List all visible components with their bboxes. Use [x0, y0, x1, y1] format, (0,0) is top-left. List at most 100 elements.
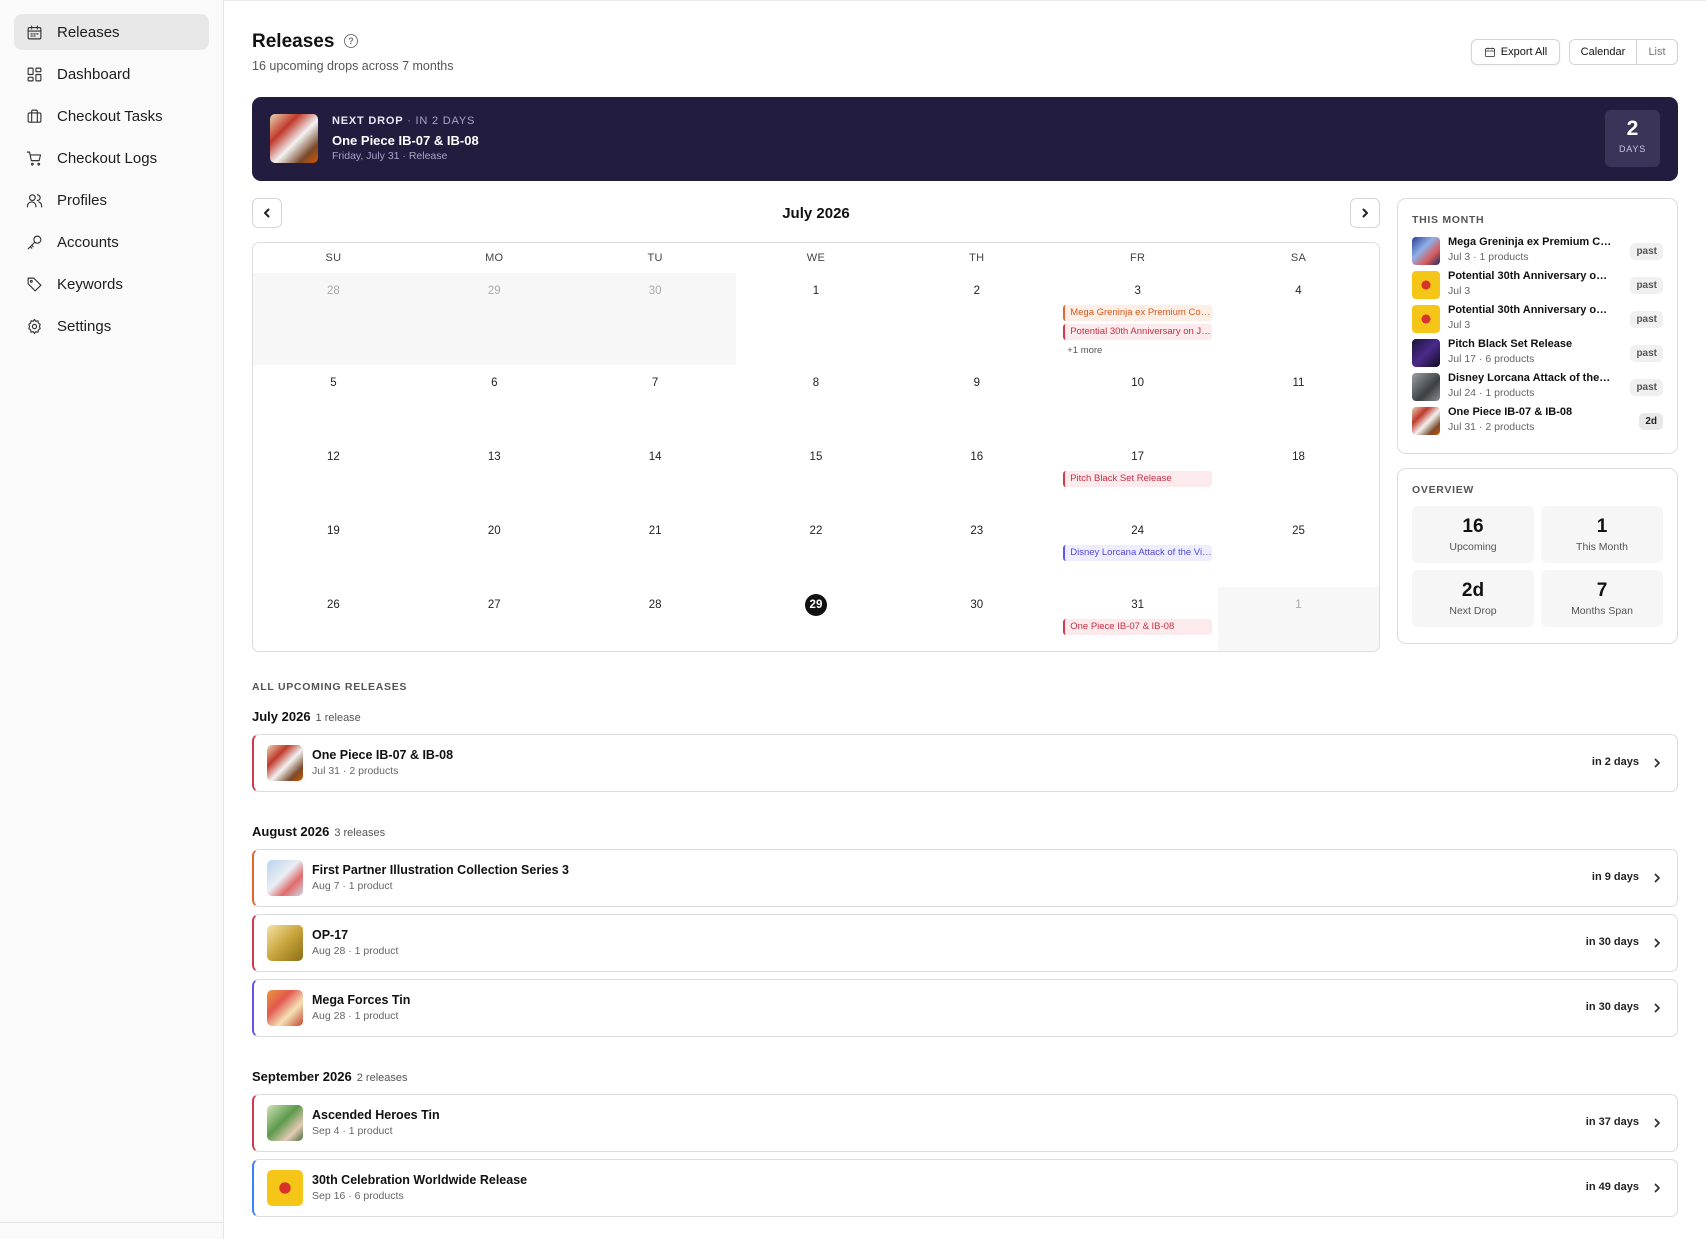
calendar-day-cell[interactable]: 28: [253, 273, 414, 365]
calendar-day-cell[interactable]: 9: [896, 365, 1057, 439]
release-meta: Aug 7 · 1 product: [312, 880, 393, 892]
calendar-day-cell[interactable]: 21: [575, 513, 736, 587]
calendar-event[interactable]: Potential 30th Anniversary on Jul 3: [1063, 324, 1213, 340]
sidebar-item-checkout-logs[interactable]: Checkout Logs: [14, 140, 209, 176]
day-number: 29: [487, 285, 501, 297]
this-month-item[interactable]: One Piece IB-07 & IB-08 Jul 31 · 2 produc…: [1412, 404, 1677, 438]
day-number: 15: [809, 451, 823, 463]
day-number: 6: [491, 377, 498, 389]
calendar-day-cell[interactable]: 8: [736, 365, 897, 439]
calendar-day-cell[interactable]: 29: [736, 587, 897, 651]
next-month-button[interactable]: [1350, 198, 1380, 228]
calendar-day-cell[interactable]: 20: [414, 513, 575, 587]
sidebar-item-releases[interactable]: Releases: [14, 14, 209, 50]
calendar-day-cell[interactable]: 11: [1218, 365, 1379, 439]
release-countdown: in 2 days: [1591, 756, 1639, 768]
calendar-event[interactable]: Pitch Black Set Release: [1063, 471, 1213, 487]
calendar-day-cell[interactable]: 6: [414, 365, 575, 439]
release-card[interactable]: First Partner Illustration Collection Se…: [252, 849, 1678, 907]
view-calendar-button[interactable]: Calendar: [1570, 40, 1637, 64]
export-all-button[interactable]: Export All: [1471, 39, 1560, 65]
weekday-label: MO: [485, 252, 504, 264]
calendar-day-cell[interactable]: 13: [414, 439, 575, 513]
calendar-month-label: July 2026: [782, 205, 850, 222]
this-month-item[interactable]: Disney Lorcana Attack of the Vine Jul 24 …: [1412, 370, 1677, 404]
month-group-title: July 2026 1 release: [252, 709, 361, 724]
calendar-day-cell[interactable]: 16: [896, 439, 1057, 513]
release-card[interactable]: Ascended Heroes Tin Sep 4 · 1 product in 3…: [252, 1094, 1678, 1152]
release-card[interactable]: 30th Celebration Worldwide Release Sep 16…: [252, 1159, 1678, 1217]
export-all-label: Export All: [1500, 46, 1548, 58]
day-number: 27: [487, 599, 501, 611]
calendar-day-cell[interactable]: 15: [736, 439, 897, 513]
calendar-day-cell[interactable]: 26: [253, 587, 414, 651]
calendar-day-cell[interactable]: 7: [575, 365, 736, 439]
month-group-count: 1 release: [315, 712, 361, 724]
this-month-item[interactable]: Mega Greninja ex Premium Collection Jul 3…: [1412, 234, 1677, 268]
sidebar: Releases Dashboard Checkout Tasks Checko…: [0, 0, 224, 1239]
overview-stat-card: 16 Upcoming: [1412, 506, 1534, 563]
day-number: 23: [970, 525, 984, 537]
release-thumbnail: [267, 745, 303, 781]
calendar-day-cell[interactable]: 3 Mega Greninja ex Premium Collection Pote…: [1057, 273, 1218, 365]
calendar-day-cell[interactable]: 2: [896, 273, 1057, 365]
calendar-day-cell[interactable]: 1: [1218, 587, 1379, 651]
sidebar-item-label: Profiles: [57, 191, 108, 209]
calendar-day-cell[interactable]: 25: [1218, 513, 1379, 587]
sidebar-item-profiles[interactable]: Profiles: [14, 182, 209, 218]
chevron-right-icon: [1362, 208, 1368, 218]
help-icon[interactable]: ?: [344, 34, 358, 48]
this-month-item[interactable]: Potential 30th Anniversary on Jul 3 Jul 3…: [1412, 302, 1677, 336]
day-number: 20: [487, 525, 501, 537]
calendar-day-cell[interactable]: 31 One Piece IB-07 & IB-08: [1057, 587, 1218, 651]
sidebar-item-checkout-tasks[interactable]: Checkout Tasks: [14, 98, 209, 134]
day-number: 5: [330, 377, 337, 389]
sidebar-item-keywords[interactable]: Keywords: [14, 266, 209, 302]
calendar-week-row: 5 6 7 8 9 10 11: [253, 365, 1379, 439]
calendar-event[interactable]: Mega Greninja ex Premium Collection: [1063, 305, 1213, 321]
view-list-button[interactable]: List: [1637, 40, 1677, 64]
release-countdown: in 49 days: [1585, 1181, 1639, 1193]
release-meta: Jul 31 · 2 products: [312, 765, 399, 777]
more-events-link[interactable]: +1 more: [1057, 345, 1218, 356]
calendar-event[interactable]: Disney Lorcana Attack of the Vine: [1063, 545, 1213, 561]
calendar-day-cell[interactable]: 19: [253, 513, 414, 587]
calendar-day-cell[interactable]: 27: [414, 587, 575, 651]
calendar-day-cell[interactable]: 12: [253, 439, 414, 513]
this-month-item[interactable]: Potential 30th Anniversary on Jul 3 Jul 3…: [1412, 268, 1677, 302]
release-name: Potential 30th Anniversary on Jul 3: [1448, 304, 1612, 316]
release-card[interactable]: Mega Forces Tin Aug 28 · 1 product in 30 d…: [252, 979, 1678, 1037]
release-name: Disney Lorcana Attack of the Vine: [1448, 372, 1612, 384]
calendar-day-cell[interactable]: 1: [736, 273, 897, 365]
calendar-day-cell[interactable]: 30: [896, 587, 1057, 651]
calendar-day-cell[interactable]: 10: [1057, 365, 1218, 439]
day-number: 28: [648, 599, 662, 611]
calendar-day-cell[interactable]: 18: [1218, 439, 1379, 513]
release-card[interactable]: OP-17 Aug 28 · 1 product in 30 days: [252, 914, 1678, 972]
calendar-day-cell[interactable]: 14: [575, 439, 736, 513]
sidebar-item-settings[interactable]: Settings: [14, 308, 209, 344]
upcoming-heading: ALL UPCOMING RELEASES: [252, 681, 408, 693]
next-drop-banner[interactable]: NEXT DROP · IN 2 DAYS One Piece IB-07 & …: [252, 97, 1678, 181]
day-number: 13: [487, 451, 501, 463]
sidebar-item-accounts[interactable]: Accounts: [14, 224, 209, 260]
release-card[interactable]: One Piece IB-07 & IB-08 Jul 31 · 2 produc…: [252, 734, 1678, 792]
calendar-event[interactable]: One Piece IB-07 & IB-08: [1063, 619, 1213, 635]
day-number: 22: [809, 525, 823, 537]
calendar-day-cell[interactable]: 29: [413, 273, 575, 365]
this-month-item[interactable]: Pitch Black Set Release Jul 17 · 6 produc…: [1412, 336, 1677, 370]
calendar-day-cell[interactable]: 24 Disney Lorcana Attack of the Vine: [1057, 513, 1218, 587]
calendar-day-cell[interactable]: 28: [575, 587, 736, 651]
sidebar-item-label: Checkout Tasks: [57, 107, 163, 125]
calendar-day-cell[interactable]: 5: [253, 365, 414, 439]
calendar-day-cell[interactable]: 17 Pitch Black Set Release: [1057, 439, 1218, 513]
release-name: Pitch Black Set Release: [1448, 338, 1573, 350]
weekday-label: TH: [969, 252, 985, 264]
day-number: 25: [1292, 525, 1305, 537]
calendar-day-cell[interactable]: 22: [736, 513, 897, 587]
calendar-day-cell[interactable]: 4: [1218, 273, 1379, 365]
sidebar-item-dashboard[interactable]: Dashboard: [14, 56, 209, 92]
release-meta: Jul 3 · 1 products: [1448, 251, 1529, 263]
calendar-day-cell[interactable]: 23: [896, 513, 1057, 587]
calendar-day-cell[interactable]: 30: [574, 273, 736, 365]
